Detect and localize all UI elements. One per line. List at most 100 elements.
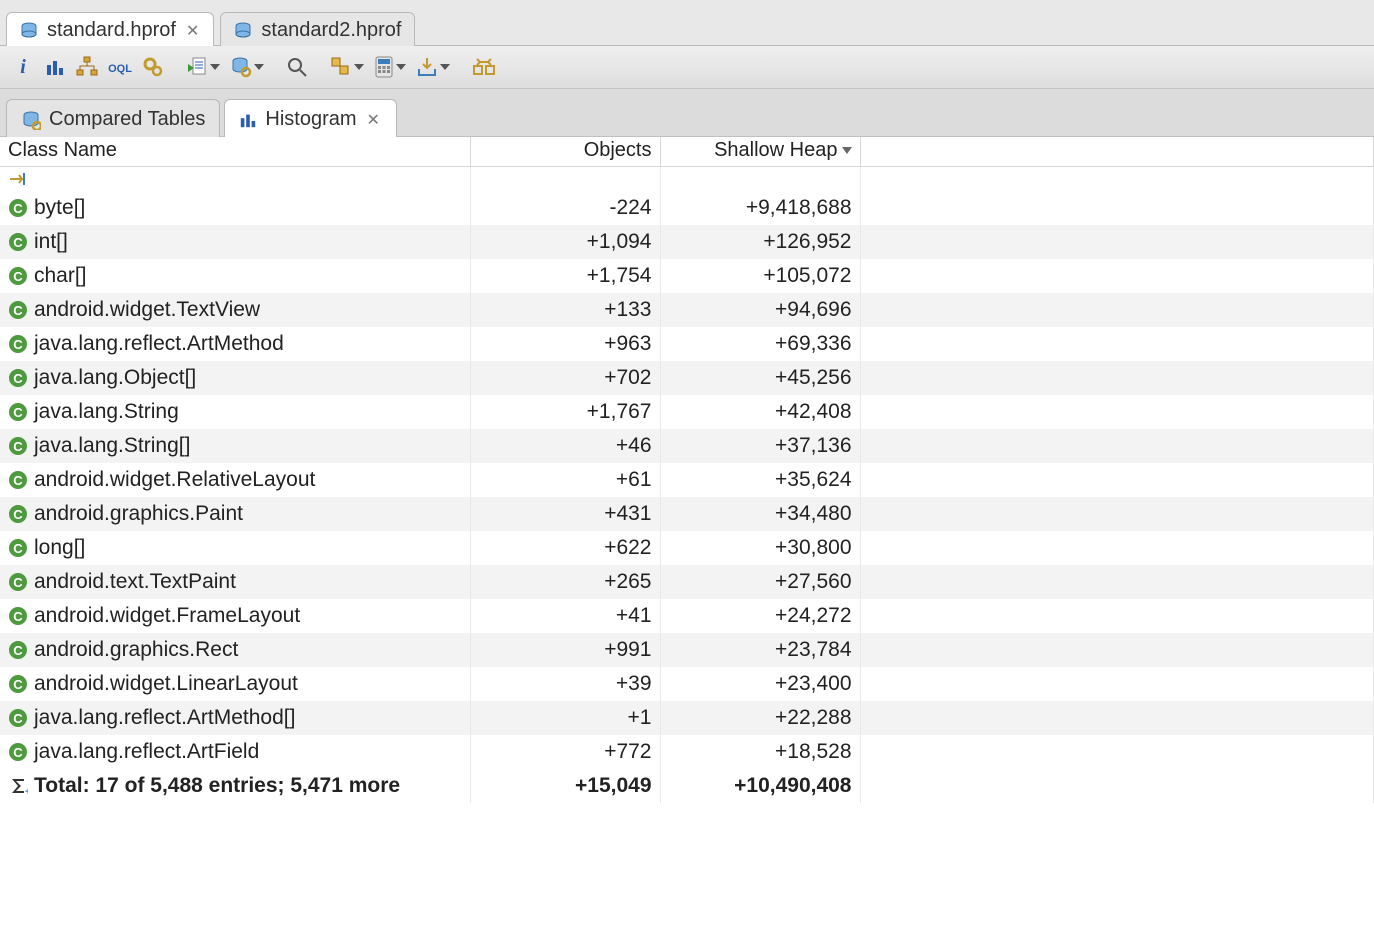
cell-objects: +265 [470, 565, 660, 599]
cell-objects: +431 [470, 497, 660, 531]
cell-objects: +772 [470, 735, 660, 769]
histogram-icon [239, 111, 257, 129]
compare-button[interactable] [468, 52, 500, 82]
table-row[interactable]: Cbyte[]-224+9,418,688 [0, 191, 1374, 225]
editor-tab-label: standard2.hprof [261, 19, 401, 42]
cell-class-name: Cjava.lang.reflect.ArtMethod [0, 327, 470, 361]
table-row[interactable]: Candroid.widget.FrameLayout+41+24,272 [0, 599, 1374, 633]
cell-class-name: Candroid.widget.RelativeLayout [0, 463, 470, 497]
cell-objects: +622 [470, 531, 660, 565]
cell-objects: +61 [470, 463, 660, 497]
thread-overview-button[interactable] [138, 52, 168, 82]
cell-objects: +41 [470, 599, 660, 633]
table-row[interactable]: Cchar[]+1,754+105,072 [0, 259, 1374, 293]
table-row[interactable]: Cjava.lang.reflect.ArtMethod[]+1+22,288 [0, 701, 1374, 735]
group-by-button[interactable] [326, 52, 368, 82]
class-icon: C [8, 504, 28, 524]
info-icon: i [13, 57, 33, 77]
oql-button[interactable]: OQL [104, 52, 136, 82]
table-row[interactable]: Candroid.widget.RelativeLayout+61+35,624 [0, 463, 1374, 497]
cell-class-name: Candroid.widget.LinearLayout [0, 667, 470, 701]
search-icon [286, 56, 308, 78]
cell-objects: +963 [470, 327, 660, 361]
svg-text:i: i [20, 57, 26, 77]
oql-icon: OQL [108, 58, 132, 76]
svg-text:OQL: OQL [108, 63, 132, 75]
filter-row [0, 167, 1374, 192]
view-tab-compared-tables[interactable]: Compared Tables [6, 99, 220, 137]
class-name-text: java.lang.reflect.ArtMethod[] [34, 703, 295, 733]
svg-text:C: C [13, 371, 23, 386]
query-browser-button[interactable] [226, 52, 268, 82]
total-row[interactable]: +Total: 17 of 5,488 entries; 5,471 more+… [0, 769, 1374, 803]
view-tab-histogram[interactable]: Histogram ✕ [224, 99, 397, 137]
compare-icon [472, 56, 496, 78]
column-header-class-name[interactable]: Class Name [0, 137, 470, 167]
table-row[interactable]: Cint[]+1,094+126,952 [0, 225, 1374, 259]
table-row[interactable]: Candroid.widget.LinearLayout+39+23,400 [0, 667, 1374, 701]
close-icon[interactable]: ✕ [184, 21, 201, 41]
table-row[interactable]: Candroid.graphics.Rect+991+23,784 [0, 633, 1374, 667]
svg-text:C: C [13, 609, 23, 624]
cell-shallow-heap: +37,136 [660, 429, 860, 463]
class-name-text: android.widget.RelativeLayout [34, 465, 315, 495]
class-name-text: android.widget.TextView [34, 295, 260, 325]
cell-objects: +702 [470, 361, 660, 395]
table-row[interactable]: Cjava.lang.reflect.ArtMethod+963+69,336 [0, 327, 1374, 361]
table-row[interactable]: Cjava.lang.String+1,767+42,408 [0, 395, 1374, 429]
table-row[interactable]: Cjava.lang.String[]+46+37,136 [0, 429, 1374, 463]
histogram-button[interactable] [40, 52, 70, 82]
cell-shallow-heap: +9,418,688 [660, 191, 860, 225]
overview-button[interactable]: i [8, 52, 38, 82]
column-header-shallow-heap[interactable]: Shallow Heap [660, 137, 860, 167]
sigma-icon: + [8, 776, 28, 796]
cell-class-name: Cbyte[] [0, 191, 470, 225]
cell-class-name: Cchar[] [0, 259, 470, 293]
table-row[interactable]: Clong[]+622+30,800 [0, 531, 1374, 565]
table-row[interactable]: Cjava.lang.Object[]+702+45,256 [0, 361, 1374, 395]
cell-objects: +1 [470, 701, 660, 735]
table-row[interactable]: Candroid.graphics.Paint+431+34,480 [0, 497, 1374, 531]
class-icon: C [8, 470, 28, 490]
column-header-objects[interactable]: Objects [470, 137, 660, 167]
class-icon: C [8, 300, 28, 320]
svg-text:C: C [13, 711, 23, 726]
editor-tab-standard2-hprof[interactable]: standard2.hprof [220, 12, 414, 46]
filter-shallow-heap[interactable] [660, 167, 860, 192]
calculator-icon [374, 56, 394, 78]
cell-shallow-heap: +30,800 [660, 531, 860, 565]
cell-total-shallow: +10,490,408 [660, 769, 860, 803]
close-icon[interactable]: ✕ [365, 110, 382, 130]
cell-class-name: Candroid.graphics.Paint [0, 497, 470, 531]
cell-class-name: Candroid.text.TextPaint [0, 565, 470, 599]
filter-objects[interactable] [470, 167, 660, 192]
table-row[interactable]: Cjava.lang.reflect.ArtField+772+18,528 [0, 735, 1374, 769]
class-icon: C [8, 640, 28, 660]
editor-tabbar: standard.hprof ✕ standard2.hprof [0, 0, 1374, 46]
heap-dump-icon [233, 21, 253, 41]
run-expert-system-button[interactable] [182, 52, 224, 82]
svg-text:C: C [13, 201, 23, 216]
cell-class-name: Candroid.widget.FrameLayout [0, 599, 470, 633]
find-object-button[interactable] [282, 52, 312, 82]
editor-tab-standard-hprof[interactable]: standard.hprof ✕ [6, 12, 214, 46]
cell-shallow-heap: +35,624 [660, 463, 860, 497]
cell-shallow-heap: +23,784 [660, 633, 860, 667]
cell-objects: +39 [470, 667, 660, 701]
export-button[interactable] [412, 52, 454, 82]
class-icon: C [8, 742, 28, 762]
dominator-tree-button[interactable] [72, 52, 102, 82]
cell-objects: -224 [470, 191, 660, 225]
table-row[interactable]: Candroid.widget.TextView+133+94,696 [0, 293, 1374, 327]
filter-class-name[interactable] [0, 167, 470, 192]
svg-text:C: C [13, 269, 23, 284]
gears-icon [142, 56, 164, 78]
class-name-text: android.widget.FrameLayout [34, 601, 300, 631]
cell-objects: +133 [470, 293, 660, 327]
group-icon [330, 56, 352, 78]
table-row[interactable]: Candroid.text.TextPaint+265+27,560 [0, 565, 1374, 599]
cell-class-name: Candroid.graphics.Rect [0, 633, 470, 667]
calculate-retained-button[interactable] [370, 52, 410, 82]
class-name-text: android.text.TextPaint [34, 567, 236, 597]
run-report-icon [186, 56, 208, 78]
